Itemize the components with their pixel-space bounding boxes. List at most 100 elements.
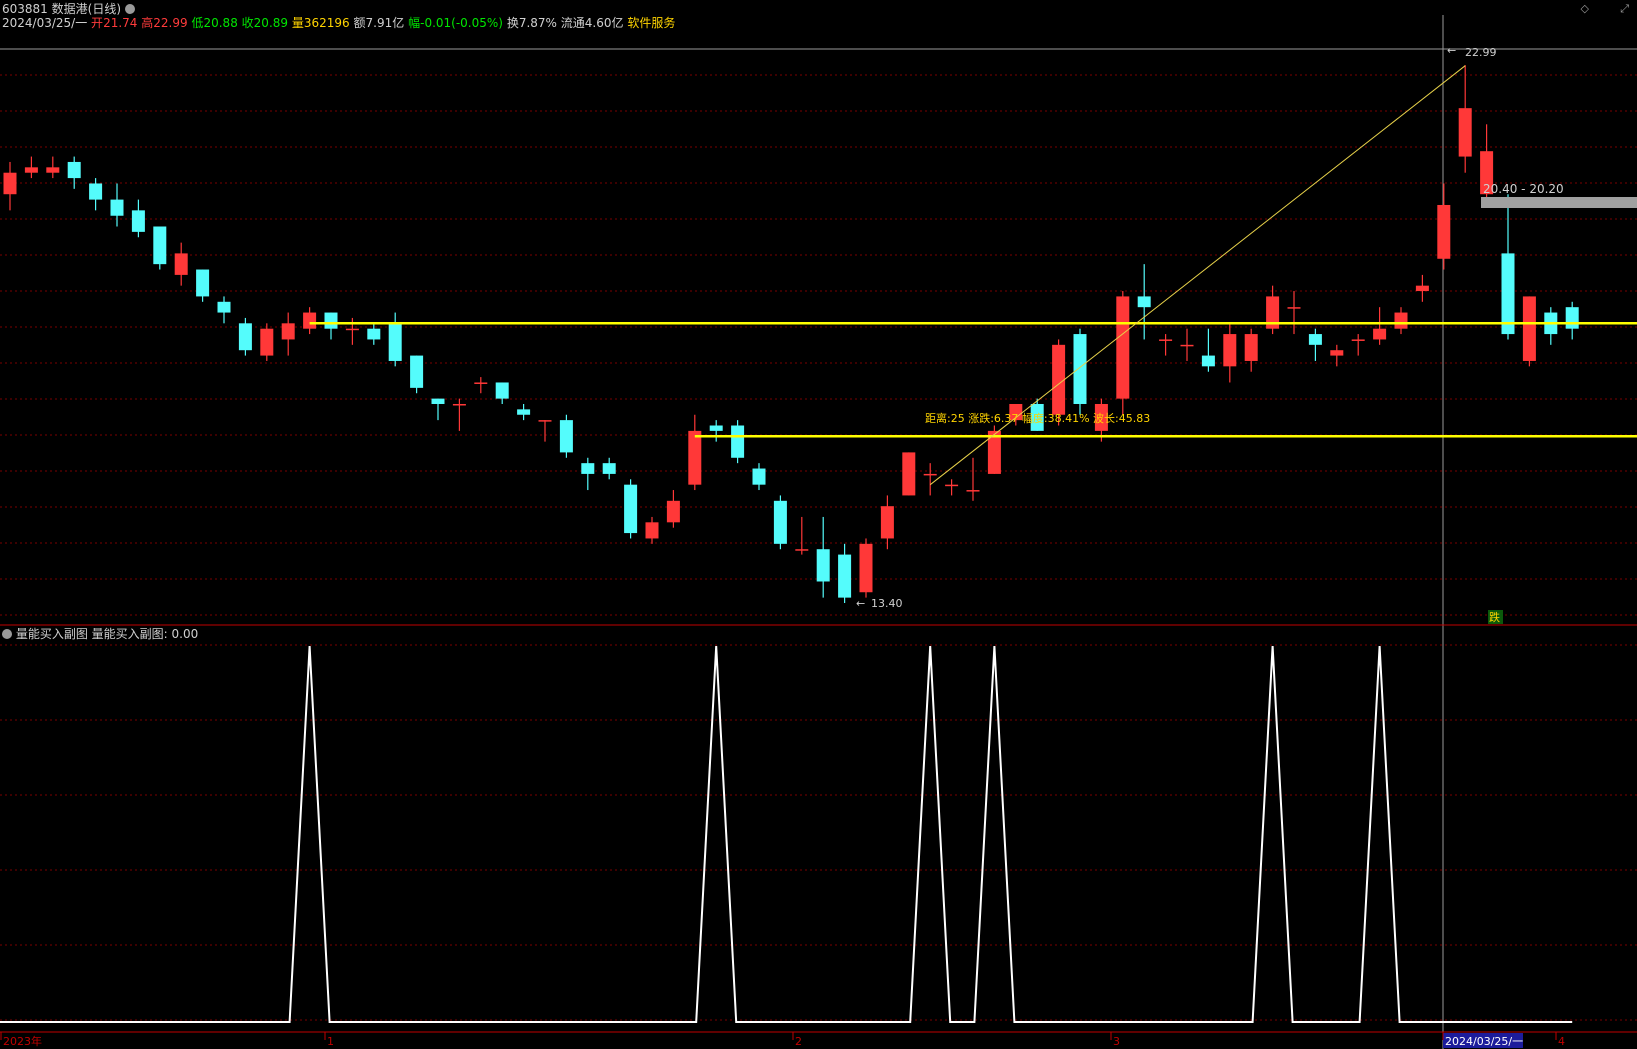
candle-body bbox=[260, 328, 274, 356]
candle-body bbox=[238, 323, 252, 351]
float-label: 流通 bbox=[560, 16, 585, 30]
candle-body bbox=[89, 183, 103, 200]
candle-body bbox=[1373, 328, 1387, 340]
candle-body bbox=[1565, 307, 1579, 329]
candle-body bbox=[1308, 334, 1322, 345]
volume-label: 量 bbox=[291, 16, 304, 30]
candle-body bbox=[367, 328, 381, 340]
candle-body bbox=[517, 409, 531, 415]
time-axis-labels: 2023年 1 2 3 2024/03/25/一 4 bbox=[0, 1032, 1565, 1048]
candle-body bbox=[902, 452, 916, 496]
candle-body bbox=[410, 355, 424, 388]
candle-body bbox=[174, 253, 188, 275]
candle-body bbox=[1287, 307, 1301, 309]
candle-body bbox=[1351, 339, 1365, 341]
candle-body bbox=[24, 167, 38, 173]
signal-label: 跌 bbox=[1489, 610, 1500, 624]
indicator-line bbox=[0, 645, 1573, 1023]
candle-body bbox=[709, 425, 723, 431]
candle-body bbox=[3, 172, 17, 195]
quote-date: 2024/03/25/一 bbox=[2, 16, 88, 30]
close-value: 20.89 bbox=[253, 16, 289, 30]
candle-body bbox=[303, 312, 317, 329]
volume-value: 362196 bbox=[303, 16, 350, 30]
candle-body bbox=[880, 506, 894, 539]
indicator-title[interactable]: 量能买入副图 bbox=[16, 627, 88, 641]
open-value: 21.74 bbox=[103, 16, 138, 30]
high-marker-label: 22.99 bbox=[1465, 46, 1497, 59]
expand-icon[interactable]: ⤢ bbox=[1620, 2, 1629, 16]
chart-stage: 20.40 - 20.20 22.99 ← ← 13.40 距离:25 涨跌:6… bbox=[0, 15, 1637, 1049]
candle-body bbox=[388, 323, 402, 361]
candle-body bbox=[945, 484, 959, 487]
candle-body bbox=[281, 323, 295, 340]
candle-body bbox=[452, 403, 466, 406]
candle-body bbox=[859, 543, 873, 593]
high-value: 22.99 bbox=[153, 16, 188, 30]
candle-body bbox=[67, 161, 81, 179]
candle-body bbox=[1330, 350, 1344, 356]
measure-label: 距离:25 涨跌:6.37 幅度:38.41% 波长:45.83 bbox=[925, 411, 1150, 425]
candle-body bbox=[731, 425, 745, 458]
candle-body bbox=[1522, 296, 1536, 361]
sector-link[interactable]: 软件服务 bbox=[627, 16, 675, 30]
candle-body bbox=[752, 468, 766, 485]
candle-body bbox=[688, 430, 702, 485]
candle-body bbox=[1458, 108, 1472, 157]
close-label: 收 bbox=[241, 16, 254, 30]
candle-body bbox=[838, 554, 852, 598]
change-value: -0.01(-0.05%) bbox=[420, 16, 503, 30]
title-row: 603881 数据港(日线) bbox=[2, 2, 135, 16]
candle-body bbox=[1073, 334, 1087, 404]
candle-body bbox=[773, 500, 787, 544]
float-value: 4.60亿 bbox=[584, 16, 624, 30]
time-axis-label: 2 bbox=[795, 1035, 802, 1048]
candle-body bbox=[624, 484, 638, 534]
range-box bbox=[1481, 197, 1637, 208]
quote-row: 2024/03/25/一 开21.74 高22.99 低20.88 收20.89… bbox=[2, 16, 675, 30]
turnover-value: 7.87% bbox=[518, 16, 557, 30]
candle-body bbox=[1201, 355, 1215, 367]
settings-dropdown-icon[interactable] bbox=[124, 4, 135, 14]
indicator-header: 量能买入副图 量能买入副图: 0.00 bbox=[2, 627, 198, 641]
candle-body bbox=[795, 549, 809, 551]
indicator-grid bbox=[0, 644, 1637, 1021]
turnover-label: 换 bbox=[506, 16, 519, 30]
candle-body bbox=[1052, 344, 1066, 415]
low-marker-arrow: ← bbox=[856, 597, 865, 610]
candle-body bbox=[1159, 339, 1173, 341]
candle-body bbox=[645, 522, 659, 539]
candle-body bbox=[1394, 312, 1408, 329]
high-marker-arrow: ← bbox=[1447, 44, 1456, 57]
indicator-dropdown-icon[interactable] bbox=[2, 629, 12, 639]
candlestick-series bbox=[3, 65, 1579, 603]
indicator-value: 量能买入副图: 0.00 bbox=[91, 627, 199, 641]
candle-body bbox=[431, 398, 445, 404]
candle-body bbox=[602, 463, 616, 474]
candle-body bbox=[966, 490, 980, 492]
candle-body bbox=[538, 420, 552, 422]
amount-value: 7.91亿 bbox=[365, 16, 405, 30]
time-axis-label: 4 bbox=[1558, 1035, 1565, 1048]
candle-body bbox=[1244, 334, 1258, 361]
time-axis-label: 3 bbox=[1113, 1035, 1120, 1048]
candle-body bbox=[110, 199, 124, 216]
high-label: 高 bbox=[141, 16, 154, 30]
candle-body bbox=[324, 312, 338, 329]
candle-body bbox=[196, 269, 210, 297]
diamond-icon[interactable]: ◇ bbox=[1581, 2, 1589, 15]
candle-body bbox=[1116, 296, 1130, 399]
candle-body bbox=[1180, 344, 1194, 347]
indicator-series bbox=[0, 645, 1573, 1023]
open-label: 开 bbox=[91, 16, 104, 30]
low-marker-label: 13.40 bbox=[871, 597, 903, 610]
candle-body bbox=[666, 500, 680, 523]
candle-body bbox=[1501, 253, 1515, 335]
candle-body bbox=[1415, 285, 1429, 292]
candle-body bbox=[1223, 334, 1237, 367]
time-axis-label: 2024/03/25/一 bbox=[1445, 1035, 1523, 1048]
stock-name[interactable]: 数据港(日线) bbox=[52, 2, 121, 16]
time-axis-label: 2023年 bbox=[3, 1034, 42, 1048]
time-axis-label: 1 bbox=[327, 1035, 334, 1048]
candle-body bbox=[345, 328, 359, 331]
